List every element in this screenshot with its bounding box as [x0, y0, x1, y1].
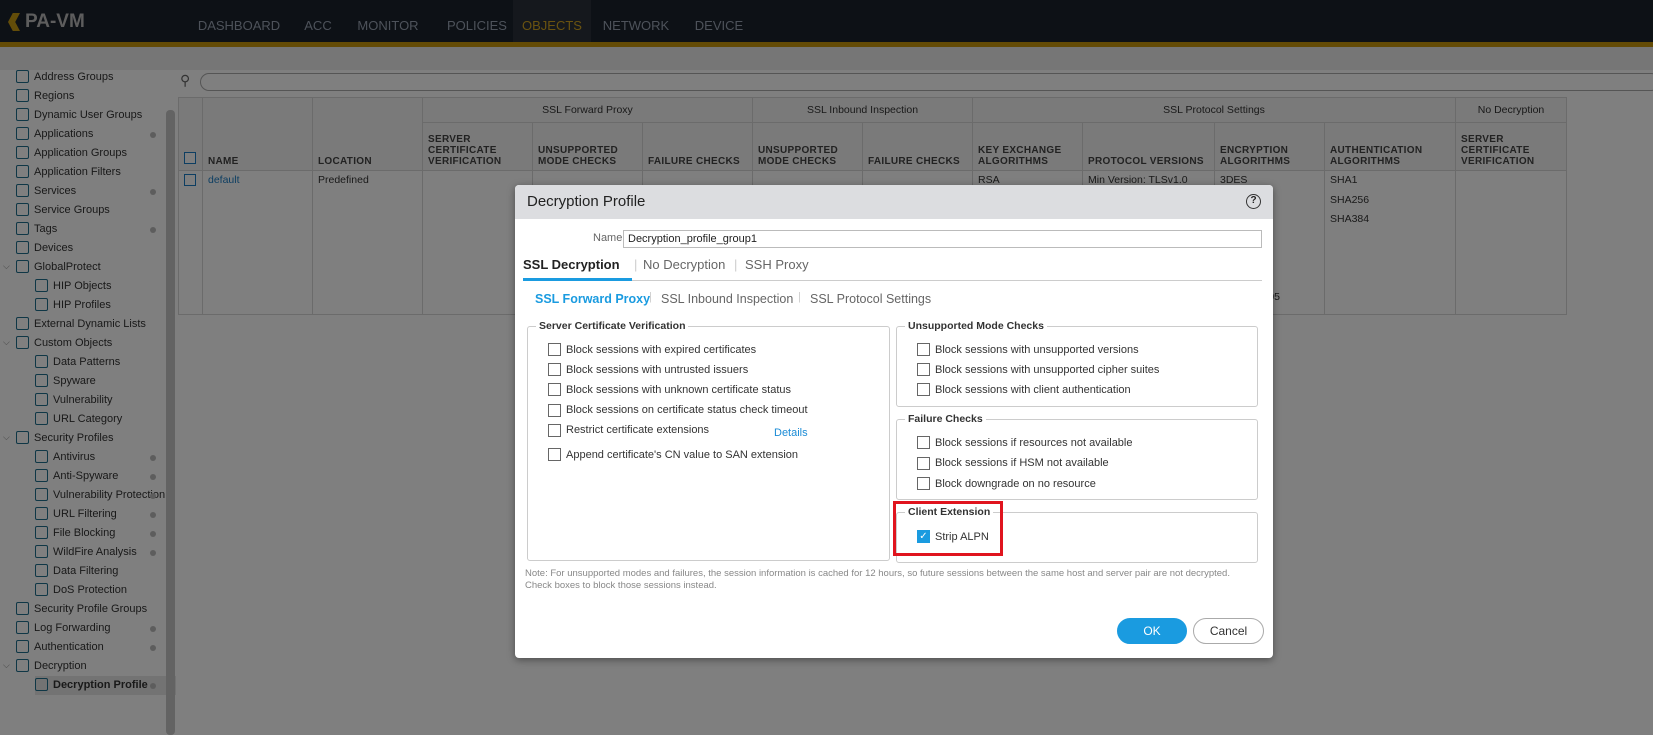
checkbox-label: Block sessions on certificate status che…	[566, 404, 808, 417]
checkbox-label: Block sessions with expired certificates	[566, 343, 757, 356]
checkbox[interactable]	[548, 423, 561, 437]
checkbox-label: Block sessions with untrusted issuers	[566, 363, 749, 376]
checkbox-block-sessions-with-expired-certificates[interactable]: Block sessions with expired certificates	[548, 343, 756, 356]
unsupported-mode-checks-group: Unsupported Mode Checks Block sessions w…	[896, 320, 1258, 407]
name-input[interactable]	[623, 230, 1262, 248]
name-label: Name	[593, 232, 623, 244]
checkbox-block-downgrade-on-no-resource[interactable]: Block downgrade on no resource	[917, 477, 1096, 490]
checkbox[interactable]	[548, 383, 561, 397]
tab-no-decryption[interactable]: No Decryption	[643, 257, 725, 281]
main-tabs: SSL Decryption | No Decryption | SSH Pro…	[523, 257, 1262, 281]
checkbox[interactable]	[917, 436, 930, 449]
checkbox[interactable]	[917, 363, 930, 377]
checkbox-block-sessions-if-resources-not-available[interactable]: Block sessions if resources not availabl…	[917, 436, 1132, 449]
tab-ssh-proxy[interactable]: SSH Proxy	[745, 257, 809, 281]
checkbox-label: Block sessions if resources not availabl…	[935, 436, 1133, 449]
checkbox[interactable]	[548, 343, 561, 356]
help-icon[interactable]: ?	[1246, 194, 1261, 209]
checkbox-label: Block sessions with unsupported versions	[935, 343, 1139, 356]
decryption-profile-dialog: Decryption Profile? Name SSL Decryption …	[515, 185, 1273, 658]
checkbox[interactable]	[917, 477, 930, 490]
server-certificate-verification-group: Server Certificate Verification Details …	[527, 320, 890, 561]
checkbox-label: Append certificate's CN value to SAN ext…	[566, 448, 798, 461]
checkbox-block-sessions-with-unsupported-versions[interactable]: Block sessions with unsupported versions	[917, 343, 1139, 356]
group-title: Server Certificate Verification	[536, 320, 689, 332]
checkbox-label: Block sessions with unsupported cipher s…	[935, 363, 1160, 376]
checkbox-label: Restrict certificate extensions	[566, 424, 710, 437]
dialog-title: Decryption Profile	[527, 193, 646, 210]
details-link[interactable]: Details	[774, 427, 808, 439]
tab-ssl-decryption[interactable]: SSL Decryption	[523, 257, 632, 281]
note-text: Note: For unsupported modes and failures…	[525, 568, 1230, 591]
checkbox-append-certificate-s-cn-value-to-san-extension[interactable]: Append certificate's CN value to SAN ext…	[548, 448, 798, 461]
group-title: Unsupported Mode Checks	[905, 320, 1047, 332]
checkbox-restrict-certificate-extensions[interactable]: Restrict certificate extensions	[548, 423, 710, 437]
cancel-button[interactable]: Cancel	[1193, 618, 1264, 644]
dialog-header: Decryption Profile?	[515, 185, 1273, 219]
checkbox-label: Block sessions if HSM not available	[935, 457, 1109, 469]
checkbox-block-sessions-with-untrusted-issuers[interactable]: Block sessions with untrusted issuers	[548, 363, 749, 377]
subtab-ssl-inbound-inspection[interactable]: SSL Inbound Inspection	[661, 292, 793, 306]
subtab-ssl-protocol-settings[interactable]: SSL Protocol Settings	[810, 292, 931, 306]
failure-checks-group: Failure Checks Block sessions if resourc…	[896, 413, 1258, 500]
checkbox-block-sessions-with-unknown-certificate-status[interactable]: Block sessions with unknown certificate …	[548, 383, 791, 397]
checkbox-label: Block sessions with client authenticatio…	[935, 383, 1131, 396]
checkbox[interactable]	[917, 383, 930, 397]
group-title: Failure Checks	[905, 413, 986, 425]
checkbox[interactable]	[548, 363, 561, 377]
ok-button[interactable]: OK	[1117, 618, 1187, 644]
checkbox-block-sessions-on-certificate-status-check-timeout[interactable]: Block sessions on certificate status che…	[548, 403, 808, 417]
checkbox[interactable]	[917, 343, 930, 356]
checkbox[interactable]	[548, 403, 561, 417]
checkbox-block-sessions-with-unsupported-cipher-suites[interactable]: Block sessions with unsupported cipher s…	[917, 363, 1160, 377]
checkbox[interactable]	[917, 456, 930, 470]
checkbox-block-sessions-if-hsm-not-available[interactable]: Block sessions if HSM not available	[917, 456, 1109, 470]
checkbox-label: Block downgrade on no resource	[935, 477, 1096, 490]
checkbox-block-sessions-with-client-authentication[interactable]: Block sessions with client authenticatio…	[917, 383, 1131, 397]
checkbox-label: Block sessions with unknown certificate …	[566, 383, 791, 396]
highlight-box	[893, 501, 1003, 556]
checkbox[interactable]	[548, 448, 561, 461]
subtab-ssl-forward-proxy[interactable]: SSL Forward Proxy	[535, 292, 650, 306]
